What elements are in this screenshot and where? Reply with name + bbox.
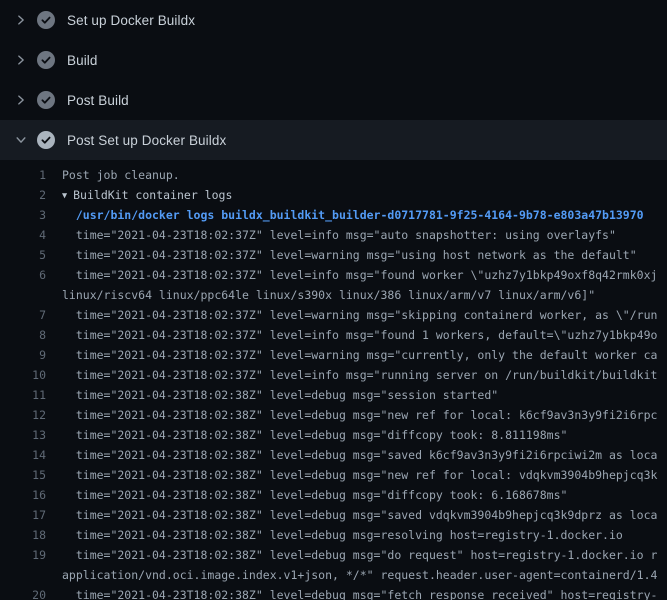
line-text: time="2021-04-23T18:02:38Z" level=debug … <box>46 385 667 405</box>
line-text: time="2021-04-23T18:02:38Z" level=debug … <box>46 525 667 545</box>
check-circle-icon <box>37 51 55 69</box>
steps-list: Set up Docker Buildx Build P <box>0 0 667 160</box>
log-line: 18 time="2021-04-23T18:02:38Z" level=deb… <box>0 525 667 545</box>
log-line: 20 time="2021-04-23T18:02:38Z" level=deb… <box>0 585 667 600</box>
line-number[interactable]: 7 <box>0 305 46 325</box>
chevron-right-icon <box>14 13 28 27</box>
step-label: Post Set up Docker Buildx <box>67 133 226 148</box>
step-row-post-set-up-docker-buildx[interactable]: Post Set up Docker Buildx <box>0 120 667 160</box>
line-text: time="2021-04-23T18:02:38Z" level=debug … <box>46 445 667 465</box>
line-number[interactable]: 8 <box>0 325 46 345</box>
chevron-right-icon <box>14 93 28 107</box>
line-text: /usr/bin/docker logs buildx_buildkit_bui… <box>46 205 667 225</box>
log-line: 16 time="2021-04-23T18:02:38Z" level=deb… <box>0 485 667 505</box>
chevron-down-icon <box>14 133 28 147</box>
line-text: time="2021-04-23T18:02:37Z" level=info m… <box>46 265 667 285</box>
log-line: 12 time="2021-04-23T18:02:38Z" level=deb… <box>0 405 667 425</box>
step-row-build[interactable]: Build <box>0 40 667 80</box>
line-text: time="2021-04-23T18:02:38Z" level=debug … <box>46 465 667 485</box>
log-line: linux/riscv64 linux/ppc64le linux/s390x … <box>0 285 667 305</box>
line-text: time="2021-04-23T18:02:37Z" level=info m… <box>46 365 667 385</box>
chevron-right-icon <box>14 53 28 67</box>
step-label: Build <box>67 53 98 68</box>
line-number[interactable]: 5 <box>0 245 46 265</box>
line-number[interactable]: 20 <box>0 585 46 600</box>
line-number[interactable]: 16 <box>0 485 46 505</box>
line-number[interactable]: 15 <box>0 465 46 485</box>
line-text: time="2021-04-23T18:02:38Z" level=debug … <box>46 505 667 525</box>
log-line: 17 time="2021-04-23T18:02:38Z" level=deb… <box>0 505 667 525</box>
log-line: 13 time="2021-04-23T18:02:38Z" level=deb… <box>0 425 667 445</box>
log-viewer: 1 Post job cleanup. 2 ▼BuildKit containe… <box>0 160 667 600</box>
check-circle-icon <box>37 91 55 109</box>
line-text[interactable]: ▼BuildKit container logs <box>46 185 667 205</box>
step-row-set-up-docker-buildx[interactable]: Set up Docker Buildx <box>0 0 667 40</box>
line-text: time="2021-04-23T18:02:37Z" level=warnin… <box>46 245 667 265</box>
line-number[interactable]: 10 <box>0 365 46 385</box>
log-line: 11 time="2021-04-23T18:02:38Z" level=deb… <box>0 385 667 405</box>
line-text: linux/riscv64 linux/ppc64le linux/s390x … <box>46 285 667 305</box>
line-text: time="2021-04-23T18:02:37Z" level=info m… <box>46 225 667 245</box>
line-number[interactable]: 1 <box>0 165 46 185</box>
log-line: 4 time="2021-04-23T18:02:37Z" level=info… <box>0 225 667 245</box>
line-text: time="2021-04-23T18:02:37Z" level=info m… <box>46 325 667 345</box>
check-circle-icon <box>37 11 55 29</box>
line-text: time="2021-04-23T18:02:38Z" level=debug … <box>46 585 667 600</box>
line-number <box>0 285 46 305</box>
line-number[interactable]: 13 <box>0 425 46 445</box>
log-line: 9 time="2021-04-23T18:02:37Z" level=warn… <box>0 345 667 365</box>
log-line: 7 time="2021-04-23T18:02:37Z" level=warn… <box>0 305 667 325</box>
line-text: time="2021-04-23T18:02:38Z" level=debug … <box>46 405 667 425</box>
log-line: 8 time="2021-04-23T18:02:37Z" level=info… <box>0 325 667 345</box>
actions-log-viewer: Set up Docker Buildx Build P <box>0 0 667 600</box>
step-label: Set up Docker Buildx <box>67 13 195 28</box>
line-text: time="2021-04-23T18:02:38Z" level=debug … <box>46 545 667 565</box>
log-line: 19 time="2021-04-23T18:02:38Z" level=deb… <box>0 545 667 565</box>
line-number[interactable]: 6 <box>0 265 46 285</box>
log-line: 5 time="2021-04-23T18:02:37Z" level=warn… <box>0 245 667 265</box>
log-line: application/vnd.oci.image.index.v1+json,… <box>0 565 667 585</box>
line-number[interactable]: 19 <box>0 545 46 565</box>
log-line: 14 time="2021-04-23T18:02:38Z" level=deb… <box>0 445 667 465</box>
line-number[interactable]: 9 <box>0 345 46 365</box>
line-number[interactable]: 14 <box>0 445 46 465</box>
line-number[interactable]: 11 <box>0 385 46 405</box>
line-number[interactable]: 18 <box>0 525 46 545</box>
line-number[interactable]: 12 <box>0 405 46 425</box>
check-circle-icon <box>37 131 55 149</box>
group-toggle-icon[interactable]: ▼ <box>62 186 67 205</box>
line-text: time="2021-04-23T18:02:37Z" level=warnin… <box>46 305 667 325</box>
line-text: time="2021-04-23T18:02:37Z" level=warnin… <box>46 345 667 365</box>
line-text: application/vnd.oci.image.index.v1+json,… <box>46 565 667 585</box>
line-number[interactable]: 3 <box>0 205 46 225</box>
log-line: 2 ▼BuildKit container logs <box>0 185 667 205</box>
log-line: 3 /usr/bin/docker logs buildx_buildkit_b… <box>0 205 667 225</box>
log-line: 10 time="2021-04-23T18:02:37Z" level=inf… <box>0 365 667 385</box>
line-number[interactable]: 17 <box>0 505 46 525</box>
line-number[interactable]: 2 <box>0 185 46 205</box>
line-text: time="2021-04-23T18:02:38Z" level=debug … <box>46 425 667 445</box>
log-line: 6 time="2021-04-23T18:02:37Z" level=info… <box>0 265 667 285</box>
line-number <box>0 565 46 585</box>
log-line: 1 Post job cleanup. <box>0 165 667 185</box>
step-label: Post Build <box>67 93 129 108</box>
step-row-post-build[interactable]: Post Build <box>0 80 667 120</box>
line-text: time="2021-04-23T18:02:38Z" level=debug … <box>46 485 667 505</box>
line-number[interactable]: 4 <box>0 225 46 245</box>
log-line: 15 time="2021-04-23T18:02:38Z" level=deb… <box>0 465 667 485</box>
line-text: Post job cleanup. <box>46 165 667 185</box>
